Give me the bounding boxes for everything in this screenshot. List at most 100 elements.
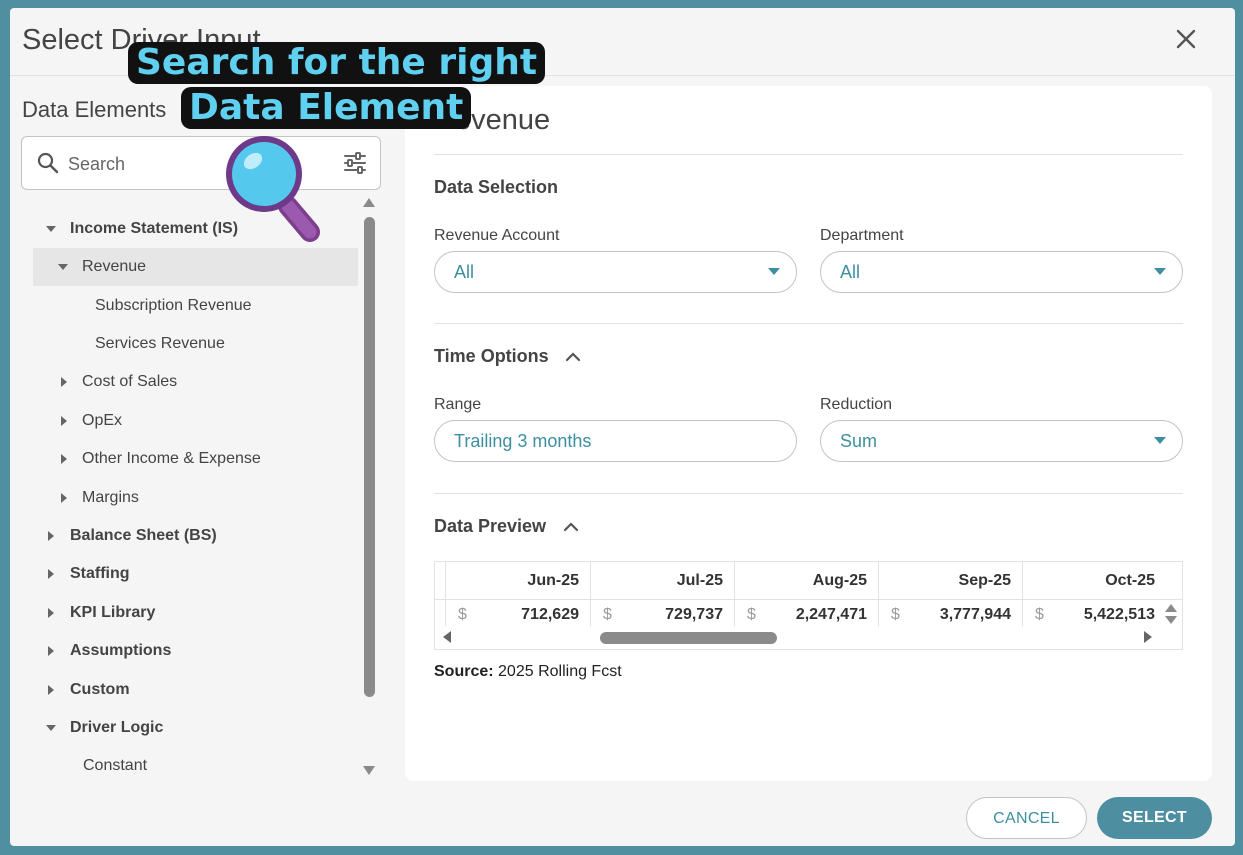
currency-symbol: $: [891, 606, 900, 623]
tree-item-label: Revenue: [82, 258, 147, 275]
tree-item-label: OpEx: [82, 412, 123, 429]
magnifier-icon: [226, 136, 320, 242]
divider: [434, 154, 1183, 155]
caret-down-icon[interactable]: [56, 260, 70, 274]
filter-sliders-icon[interactable]: [342, 150, 368, 176]
tree-item-label: Staffing: [70, 565, 130, 582]
reduction-select[interactable]: Sum: [820, 420, 1183, 462]
tree-item-label: Driver Logic: [70, 719, 164, 736]
grid-value-cell: $ 712,629: [445, 600, 590, 626]
caret-right-icon[interactable]: [57, 375, 71, 389]
cell-value: 2,247,471: [795, 606, 867, 623]
caret-right-icon[interactable]: [44, 606, 58, 620]
source-label: Source:: [434, 663, 494, 680]
grid-column-header: Oct-25: [1022, 562, 1166, 600]
currency-symbol: $: [458, 606, 467, 623]
revenue-account-label: Revenue Account: [434, 227, 560, 244]
tree-item-label: KPI Library: [70, 604, 156, 621]
revenue-account-select[interactable]: All: [434, 251, 797, 293]
cell-value: 3,777,944: [939, 606, 1011, 623]
tree-item-services-revenue[interactable]: Services Revenue: [22, 325, 358, 363]
tree-item-opex[interactable]: OpEx: [22, 402, 358, 440]
tree-item-label: Services Revenue: [95, 335, 225, 352]
scroll-left-arrow-icon[interactable]: [442, 631, 452, 643]
reduction-value: Sum: [840, 431, 878, 451]
tree-item-custom[interactable]: Custom: [22, 671, 358, 709]
vertical-scroll-arrows-icon[interactable]: [1164, 601, 1178, 627]
divider: [434, 493, 1183, 494]
currency-symbol: $: [1035, 606, 1044, 623]
select-button[interactable]: SELECT: [1097, 797, 1212, 839]
tree-item-kpi-library[interactable]: KPI Library: [22, 594, 358, 632]
caret-right-icon[interactable]: [57, 491, 71, 505]
caret-right-icon[interactable]: [44, 683, 58, 697]
scroll-down-arrow-icon[interactable]: [361, 765, 377, 777]
grid-column-header: Aug-25: [734, 562, 878, 600]
tree-item-staffing[interactable]: Staffing: [22, 555, 358, 593]
grid-column-header: Sep-25: [878, 562, 1022, 600]
tree-item-balance-sheet[interactable]: Balance Sheet (BS): [22, 517, 358, 555]
tree-item-driver-logic[interactable]: Driver Logic: [22, 709, 358, 747]
tree-item-label: Cost of Sales: [82, 373, 178, 390]
tree-item-subscription-revenue[interactable]: Subscription Revenue: [22, 287, 358, 325]
divider: [434, 323, 1183, 324]
grid-header-row: Jun-25 Jul-25 Aug-25 Sep-25 Oct-25: [435, 562, 1182, 600]
range-select[interactable]: Trailing 3 months: [434, 420, 797, 462]
grid-value-cell: $ 5,422,513: [1022, 600, 1166, 626]
horizontal-scrollbar-thumb[interactable]: [600, 632, 777, 644]
revenue-account-value: All: [454, 262, 475, 282]
data-selection-heading: Data Selection: [434, 177, 559, 197]
caret-right-icon[interactable]: [44, 567, 58, 581]
tree-item-label: Income Statement (IS): [70, 220, 239, 237]
tree-item-other-income-expense[interactable]: Other Income & Expense: [22, 440, 358, 478]
dropdown-arrow-icon: [1154, 268, 1166, 275]
callout-text-line-1: Search for the right: [128, 42, 546, 84]
grid-column-header: Jun-25: [445, 562, 590, 600]
tree-item-margins[interactable]: Margins: [22, 479, 358, 517]
tree-item-label: Constant: [83, 757, 148, 774]
department-select[interactable]: All: [820, 251, 1183, 293]
dropdown-arrow-icon: [768, 268, 780, 275]
cell-value: 712,629: [521, 606, 579, 623]
grid-column-header: Jul-25: [590, 562, 734, 600]
details-panel: Revenue Data Selection Revenue Account A…: [405, 86, 1212, 781]
caret-right-icon[interactable]: [44, 644, 58, 658]
tree-item-revenue[interactable]: Revenue: [33, 248, 358, 286]
time-options-heading: Time Options: [434, 346, 549, 366]
caret-down-icon[interactable]: [44, 222, 58, 236]
tree-scrollbar-thumb[interactable]: [364, 217, 375, 697]
data-preview-grid: Jun-25 Jul-25 Aug-25 Sep-25 Oct-25 $ 712…: [434, 561, 1183, 650]
tree-item-label: Custom: [70, 681, 130, 698]
data-source: Source: 2025 Rolling Fcst: [434, 663, 622, 681]
caret-right-icon[interactable]: [44, 529, 58, 543]
tree-item-label: Margins: [82, 489, 139, 506]
scroll-up-arrow-icon[interactable]: [361, 196, 377, 208]
search-icon: [37, 152, 59, 174]
caret-right-icon[interactable]: [57, 414, 71, 428]
data-elements-tree: Income Statement (IS) Revenue Subscripti…: [22, 203, 360, 788]
grid-value-cell: $ 2,247,471: [734, 600, 878, 626]
table-row: $ 712,629 $ 729,737 $ 2,247,471 $ 3,777,…: [435, 600, 1182, 626]
cell-value: 729,737: [665, 606, 723, 623]
reduction-label: Reduction: [820, 396, 893, 413]
scroll-right-arrow-icon[interactable]: [1143, 631, 1153, 643]
currency-symbol: $: [603, 606, 612, 623]
caret-down-icon[interactable]: [44, 721, 58, 735]
currency-symbol: $: [747, 606, 756, 623]
close-icon[interactable]: [1173, 26, 1199, 52]
tree-item-cost-of-sales[interactable]: Cost of Sales: [22, 363, 358, 401]
cell-value: 5,422,513: [1083, 606, 1155, 623]
source-value: 2025 Rolling Fcst: [498, 663, 622, 680]
department-label: Department: [820, 227, 904, 244]
cancel-button[interactable]: CANCEL: [966, 797, 1087, 839]
grid-value-cell: $ 3,777,944: [878, 600, 1022, 626]
tree-item-assumptions[interactable]: Assumptions: [22, 632, 358, 670]
chevron-up-icon[interactable]: [564, 348, 582, 366]
data-preview-heading: Data Preview: [434, 516, 547, 536]
chevron-up-icon[interactable]: [562, 518, 580, 536]
tree-item-label: Assumptions: [70, 642, 172, 659]
grid-value-cell: $ 729,737: [590, 600, 734, 626]
caret-right-icon[interactable]: [57, 452, 71, 466]
tree-item-label: Subscription Revenue: [95, 297, 252, 314]
tree-item-constant[interactable]: Constant: [22, 747, 358, 785]
